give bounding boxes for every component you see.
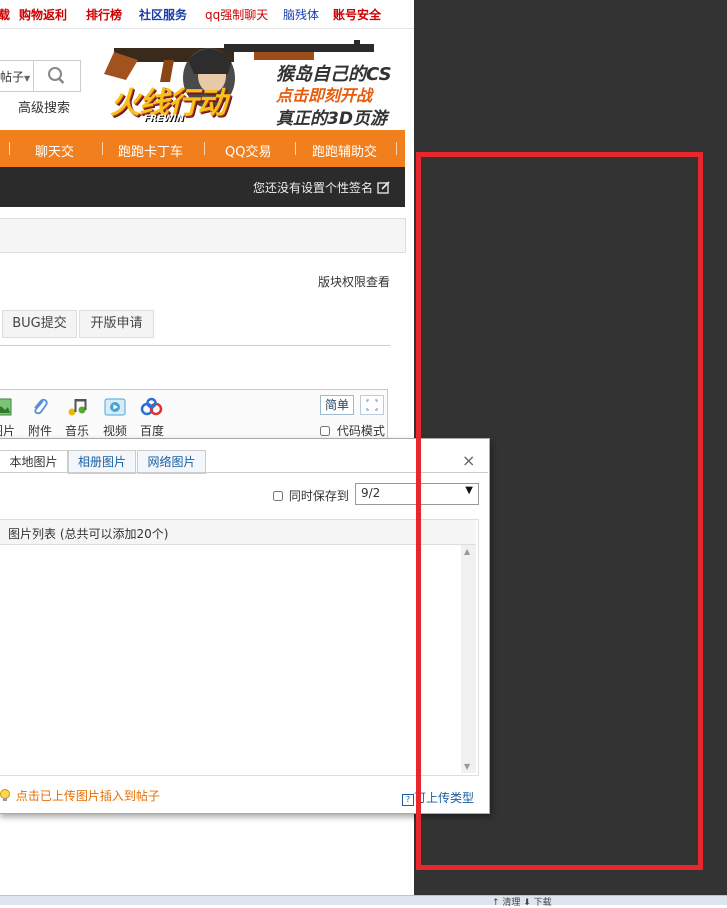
tool-attachment[interactable]: 附件 <box>25 397 55 439</box>
tool-image[interactable]: 图片 <box>0 397 18 439</box>
top-nav-item-community[interactable]: 社区服务 <box>139 6 187 23</box>
top-nav-item-qq-chat[interactable]: qq强制聊天 <box>205 6 268 23</box>
code-mode-label: 代码模式 <box>336 424 385 438</box>
save-to-album-toggle[interactable]: 同时保存到 <box>273 487 349 504</box>
image-list-title: 图片列表 (总共可以添加20个) <box>8 527 169 541</box>
fullscreen-icon <box>366 399 378 411</box>
code-mode-checkbox[interactable] <box>320 426 330 436</box>
edit-icon <box>377 181 390 194</box>
album-select-value: 9/2 <box>361 486 381 500</box>
search-icon <box>48 67 65 84</box>
tab-divider <box>0 345 390 346</box>
video-icon <box>104 398 126 416</box>
advanced-search-link[interactable]: 高级搜索 <box>18 97 70 116</box>
top-nav-item-ranking[interactable]: 排行榜 <box>86 6 122 23</box>
status-bar-text: ↑ 清理 ⬇ 下载 <box>492 898 552 908</box>
nav-divider <box>9 142 10 155</box>
dialog-tab-local[interactable]: 本地图片 <box>0 450 68 474</box>
fullscreen-button[interactable] <box>360 395 384 415</box>
nav-divider <box>204 142 205 155</box>
help-icon: ? <box>402 794 414 806</box>
dialog-tab-divider <box>0 472 488 473</box>
nav-divider <box>102 142 103 155</box>
nav-item-kart[interactable]: 跑跑卡丁车 <box>118 141 183 160</box>
lightbulb-icon <box>0 789 10 801</box>
insert-hint-text: 点击已上传图片插入到帖子 <box>15 789 160 803</box>
top-nav-item-account[interactable]: 账号安全 <box>333 6 381 23</box>
top-separator <box>0 28 414 29</box>
baidu-icon <box>140 397 163 416</box>
breadcrumb <box>0 218 406 253</box>
banner-line-3: 真正的3D页游 <box>276 109 387 129</box>
image-list-box <box>0 519 479 776</box>
save-to-album-label: 同时保存到 <box>288 489 349 503</box>
nav-item-chat-trade[interactable]: 聊天交 <box>35 141 74 160</box>
top-nav-item-font[interactable]: 脑残体 <box>283 6 319 23</box>
top-nav: 载 购物返利 排行榜 社区服务 qq强制聊天 脑残体 账号安全 <box>0 0 414 28</box>
highlight-frame <box>416 152 703 870</box>
nav-item-qq-trade[interactable]: QQ交易 <box>225 141 271 160</box>
banner-game-subtitle: FREWIN <box>144 114 185 124</box>
forum-permission-link[interactable]: 版块权限查看 <box>318 273 390 290</box>
nav-item-kart-helper[interactable]: 跑跑辅助交 <box>312 141 377 160</box>
top-nav-item-shopping[interactable]: 购物返利 <box>19 6 67 23</box>
paperclip-icon <box>34 398 48 415</box>
dialog-tab-web[interactable]: 网络图片 <box>137 450 206 474</box>
music-note-icon <box>68 399 87 416</box>
signature-link[interactable]: 您还没有设置个性签名 <box>253 179 390 196</box>
game-banner[interactable]: 火线行动 FREWIN 猴岛自己的CS 点击即刻开战 真正的3D页游 <box>104 30 404 129</box>
nav-divider <box>396 142 397 155</box>
chevron-down-icon: ▼ <box>24 74 31 83</box>
tab-forum-apply[interactable]: 开版申请 <box>79 310 154 338</box>
search-type-label: 帖子 <box>0 70 25 84</box>
image-icon <box>0 398 12 416</box>
dialog-tab-album[interactable]: 相册图片 <box>68 450 136 474</box>
signature-text: 您还没有设置个性签名 <box>253 181 374 195</box>
banner-line-2: 点击即刻开战 <box>276 86 373 105</box>
category-nav: 聊天交 跑跑卡丁车 QQ交易 跑跑辅助交 <box>0 130 405 167</box>
nav-divider <box>295 142 296 155</box>
tab-bug-submit[interactable]: BUG提交 <box>2 310 77 338</box>
search-button[interactable] <box>33 60 81 92</box>
tool-music[interactable]: 音乐 <box>62 397 92 439</box>
tool-baidu[interactable]: 百度 <box>137 397 167 439</box>
simple-mode-button[interactable]: 简单 <box>320 395 354 415</box>
top-nav-item-download[interactable]: 载 <box>0 6 10 23</box>
tool-video[interactable]: 视频 <box>100 397 130 439</box>
code-mode-toggle[interactable]: 代码模式 <box>320 422 385 439</box>
save-to-album-checkbox[interactable] <box>273 491 283 501</box>
search-type-select[interactable]: 帖子▼ <box>0 68 30 85</box>
insert-hint: 点击已上传图片插入到帖子 <box>0 787 160 804</box>
